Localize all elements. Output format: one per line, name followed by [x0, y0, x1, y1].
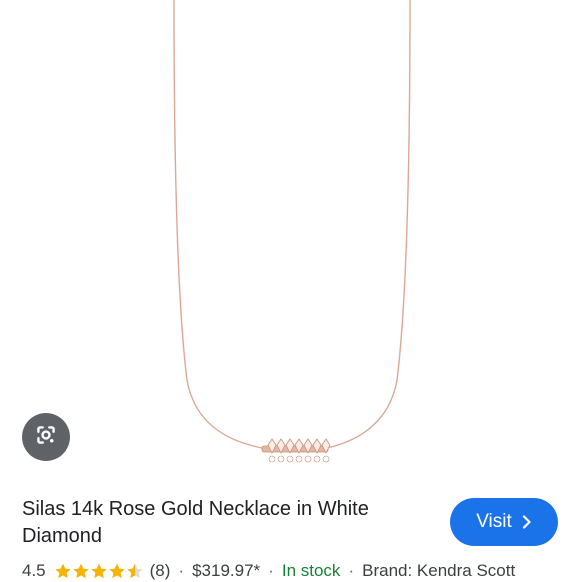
separator-dot: · — [178, 561, 185, 580]
stock-status: In stock — [281, 561, 341, 580]
star-icon — [91, 563, 107, 579]
chevron-right-icon — [522, 515, 532, 529]
star-rating — [54, 562, 144, 580]
review-count[interactable]: (8) — [150, 560, 171, 582]
brand: Brand: Kendra Scott — [362, 561, 516, 580]
star-icon — [109, 563, 125, 579]
google-lens-button[interactable] — [22, 413, 70, 461]
star-icon — [127, 563, 143, 579]
star-icon — [73, 563, 89, 579]
separator-dot: · — [348, 561, 355, 580]
rating-value: 4.5 — [22, 561, 46, 580]
star-icon — [55, 563, 71, 579]
product-title[interactable]: Silas 14k Rose Gold Necklace in White Di… — [22, 496, 432, 550]
necklace-chain — [173, 0, 263, 449]
visit-label: Visit — [476, 511, 512, 532]
product-info-panel: Silas 14k Rose Gold Necklace in White Di… — [0, 480, 580, 580]
pendant-bar — [261, 438, 331, 463]
necklace-image — [173, 0, 411, 463]
google-lens-icon — [33, 422, 59, 453]
product-image[interactable] — [22, 0, 558, 480]
price: $319.97* — [192, 561, 261, 580]
separator-dot: · — [268, 561, 274, 580]
product-meta-row: 4.5 (8) · $319.97* · In stock · Brand: K… — [22, 560, 515, 582]
visit-button[interactable]: Visit — [450, 498, 558, 546]
necklace-chain — [326, 0, 411, 449]
